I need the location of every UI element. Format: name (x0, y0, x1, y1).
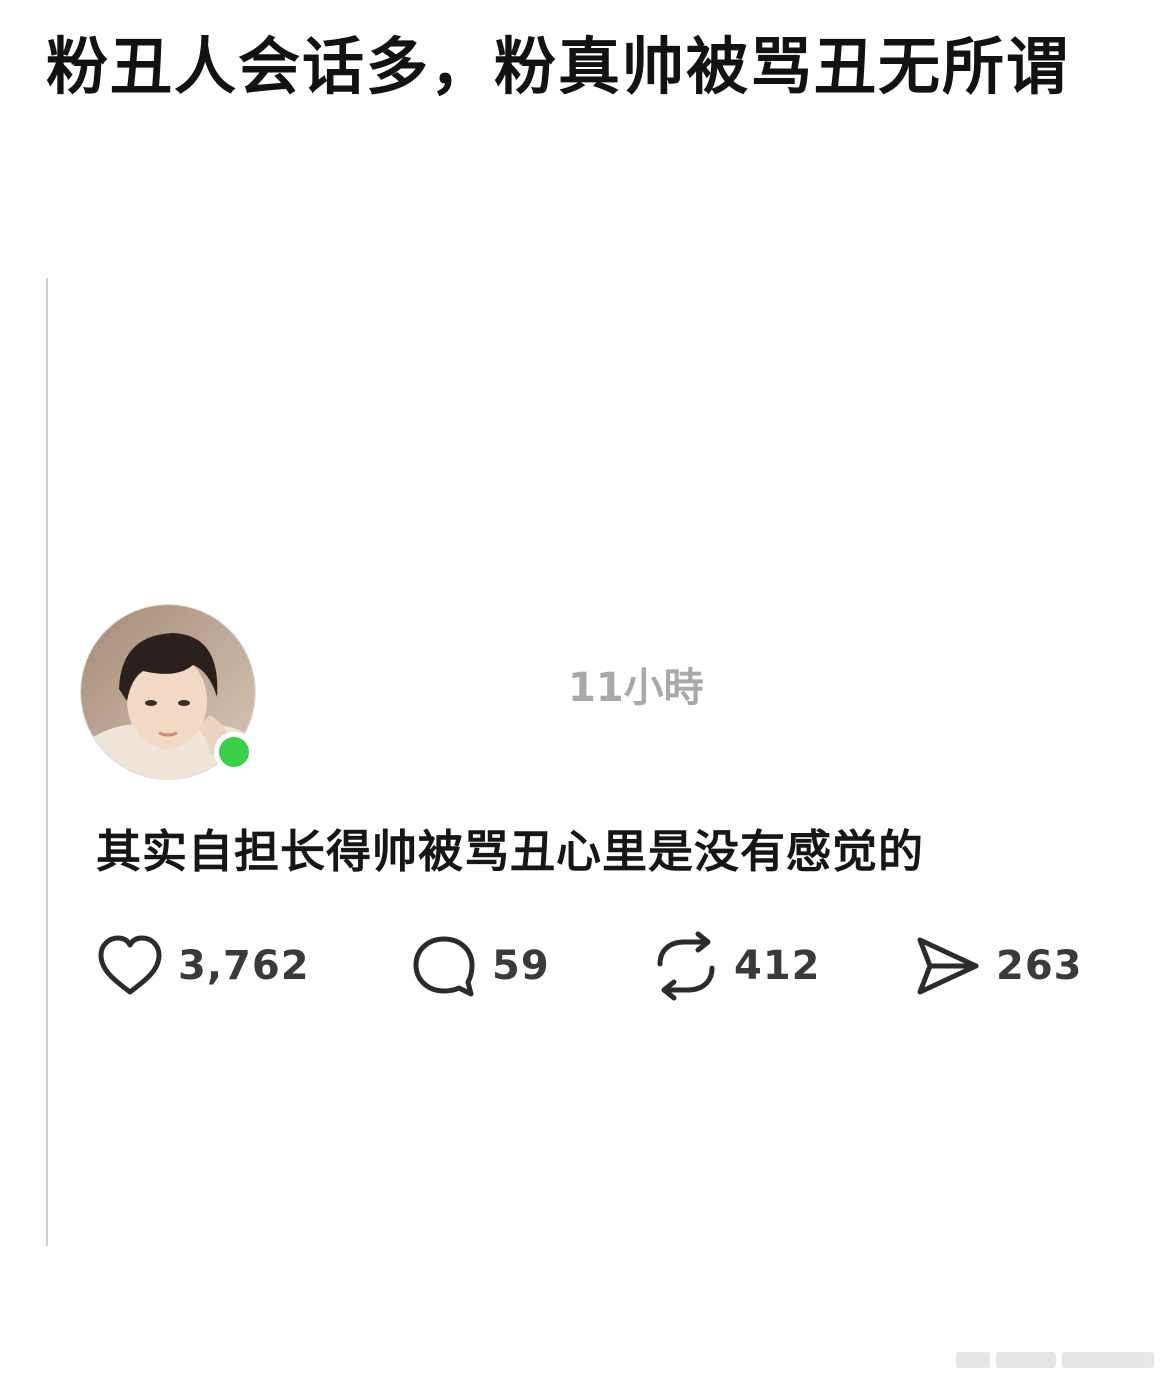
comment-bubble-icon (413, 936, 475, 997)
repost-count: 412 (734, 943, 821, 989)
avatar[interactable] (80, 604, 256, 780)
post-timestamp: 11小時 (568, 665, 704, 711)
like-button[interactable]: 3,762 (94, 928, 310, 1004)
like-count: 3,762 (178, 943, 310, 989)
post-text: 其实自担长得帅被骂丑心里是没有感觉的 (96, 825, 925, 878)
heart-icon (98, 935, 162, 995)
post-actions: 3,762 59 412 263 (94, 928, 1094, 1004)
share-button[interactable]: 263 (912, 928, 1083, 1004)
repost-button[interactable]: 412 (650, 928, 821, 1004)
send-plane-icon (917, 937, 979, 995)
comment-button[interactable]: 59 (408, 928, 550, 1004)
online-status-dot (214, 732, 254, 772)
page-title: 粉丑人会话多，粉真帅被骂丑无所谓 (46, 30, 1071, 103)
repost-arrows-icon (657, 931, 715, 1001)
watermark (956, 1352, 1154, 1368)
comment-count: 59 (492, 943, 550, 989)
thread-line (46, 278, 48, 1246)
share-count: 263 (996, 943, 1083, 989)
